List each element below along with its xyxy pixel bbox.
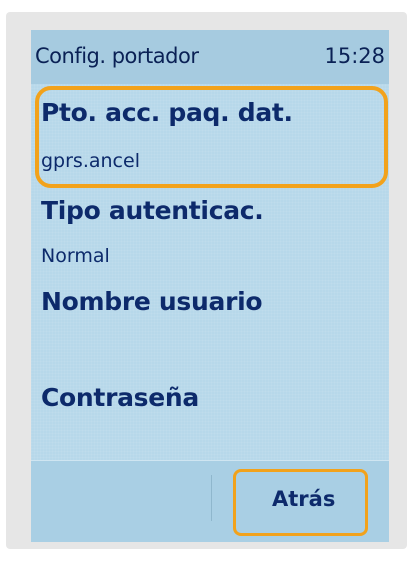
- status-bar: Config. portador 15:28: [31, 30, 389, 84]
- apn-highlight-box: [35, 86, 388, 188]
- auth-type-value: Normal: [41, 245, 110, 267]
- back-highlight-box: [233, 469, 368, 536]
- username-label[interactable]: Nombre usuario: [41, 287, 263, 316]
- page-title: Config. portador: [35, 44, 199, 68]
- softkey-divider: [211, 475, 212, 521]
- clock: 15:28: [324, 44, 385, 68]
- auth-type-label[interactable]: Tipo autenticac.: [41, 196, 264, 225]
- password-label[interactable]: Contraseña: [41, 383, 199, 412]
